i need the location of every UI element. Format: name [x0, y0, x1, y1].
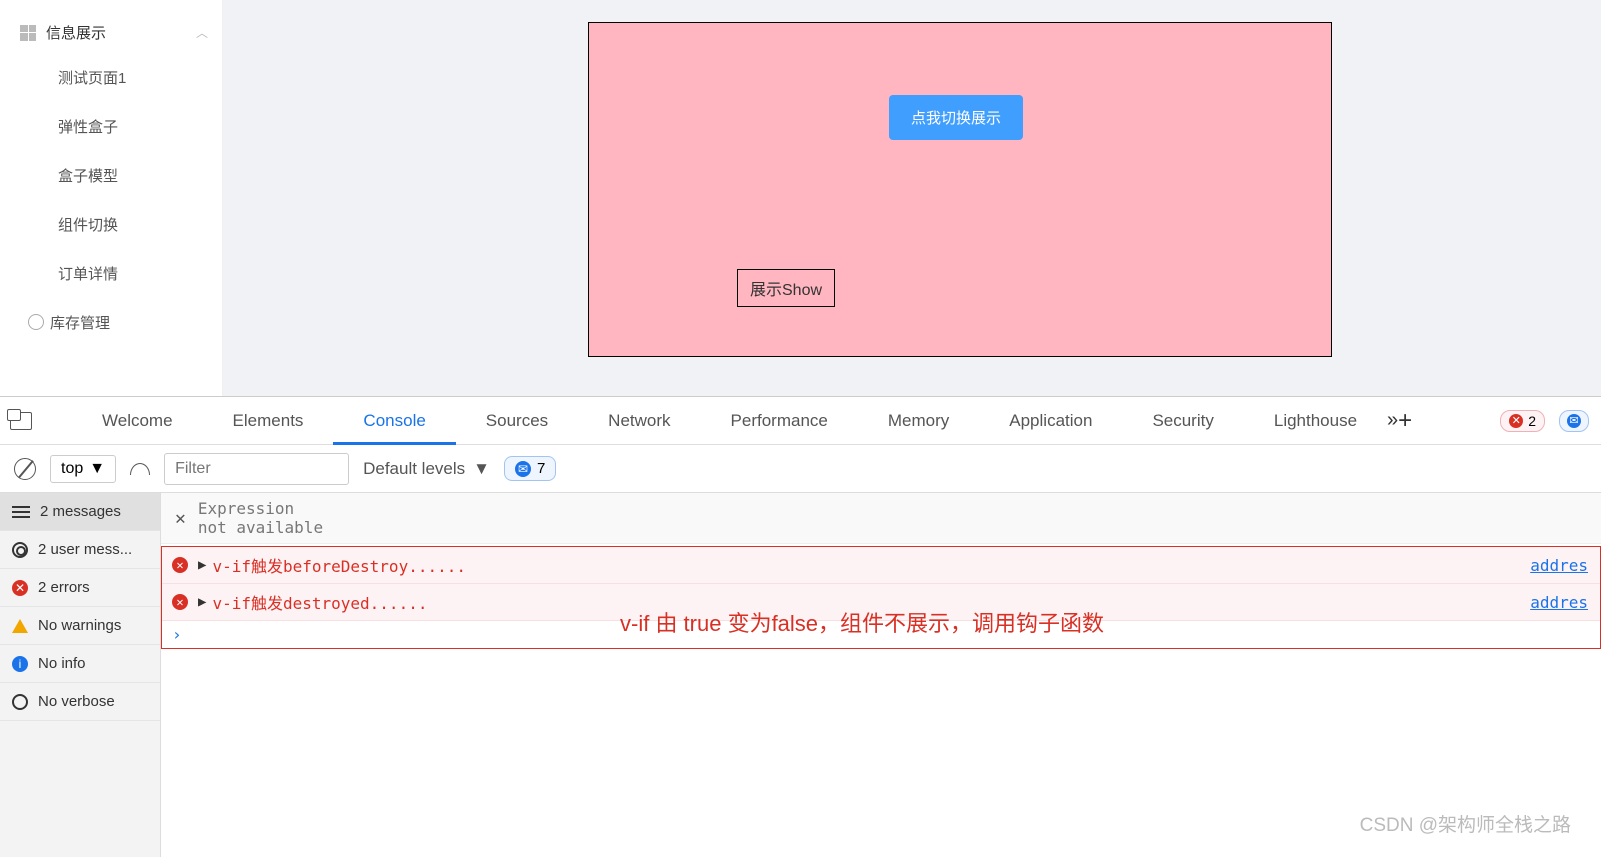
- sidebar-item-inventory[interactable]: 库存管理: [0, 298, 222, 347]
- inspect-icon[interactable]: [10, 412, 32, 430]
- console-sidebar: 2 messages 2 user mess... ✕2 errors No w…: [0, 493, 161, 857]
- sidebar-header-label: 信息展示: [46, 22, 106, 43]
- clear-console-icon[interactable]: [14, 458, 36, 480]
- expand-arrow-icon[interactable]: ▶: [198, 594, 206, 610]
- info-count-badge[interactable]: ✉: [1559, 410, 1589, 432]
- side-user[interactable]: 2 user mess...: [0, 531, 160, 569]
- sidebar-item-boxmodel[interactable]: 盒子模型: [0, 151, 222, 200]
- error-icon: ✕: [172, 557, 188, 573]
- annotation-text: v-if 由 true 变为false，组件不展示，调用钩子函数: [620, 606, 1104, 638]
- error-icon: ✕: [1509, 414, 1523, 428]
- expression-value: not available: [198, 518, 323, 537]
- more-tabs-icon[interactable]: »: [1387, 409, 1398, 432]
- error-icon: ✕: [172, 594, 188, 610]
- show-label-box: 展示Show: [737, 269, 835, 307]
- log-source-link[interactable]: addres: [1530, 556, 1588, 575]
- side-errors[interactable]: ✕2 errors: [0, 569, 160, 607]
- main-content: 点我切换展示 展示Show: [223, 0, 1601, 396]
- tab-security[interactable]: Security: [1122, 397, 1243, 445]
- side-messages[interactable]: 2 messages: [0, 493, 160, 531]
- bug-icon: [12, 694, 28, 710]
- log-message: v-if触发destroyed......: [212, 590, 427, 614]
- tab-elements[interactable]: Elements: [203, 397, 334, 445]
- tab-console[interactable]: Console: [333, 397, 455, 445]
- user-icon: [12, 542, 28, 558]
- info-icon: i: [12, 656, 28, 672]
- sidebar-item-test1[interactable]: 测试页面1: [0, 53, 222, 102]
- console-toolbar: top▼ Default levels▼ ✉7: [0, 445, 1601, 493]
- expression-label: Expression: [198, 499, 323, 518]
- expression-row: ✕ Expression not available: [161, 493, 1601, 544]
- watermark: CSDN @架构师全栈之路: [1360, 810, 1571, 837]
- chevron-down-icon: ▼: [89, 460, 105, 478]
- expand-arrow-icon[interactable]: ▶: [198, 557, 206, 573]
- sidebar-group-header[interactable]: 信息展示 ︿: [0, 12, 222, 53]
- side-warnings[interactable]: No warnings: [0, 607, 160, 645]
- error-icon: ✕: [12, 580, 28, 596]
- tab-network[interactable]: Network: [578, 397, 700, 445]
- side-verbose[interactable]: No verbose: [0, 683, 160, 721]
- issues-icon: ✉: [515, 461, 531, 477]
- log-message: v-if触发beforeDestroy......: [212, 553, 466, 577]
- sidebar: 信息展示 ︿ 测试页面1 弹性盒子 盒子模型 组件切换 订单详情 库存管理: [0, 0, 223, 396]
- sidebar-item-orders[interactable]: 订单详情: [0, 249, 222, 298]
- error-count-badge[interactable]: ✕2: [1500, 410, 1545, 432]
- chevron-up-icon: ︿: [196, 24, 208, 41]
- tab-welcome[interactable]: Welcome: [72, 397, 203, 445]
- tab-memory[interactable]: Memory: [858, 397, 979, 445]
- devtools-tabbar: Welcome Elements Console Sources Network…: [0, 397, 1601, 445]
- sidebar-item-flexbox[interactable]: 弹性盒子: [0, 102, 222, 151]
- console-output: ✕ Expression not available ✕ ▶ v-if触发bef…: [161, 493, 1601, 857]
- chevron-down-icon: ▼: [473, 459, 490, 479]
- log-levels-select[interactable]: Default levels▼: [363, 459, 490, 479]
- lines-icon: [12, 506, 30, 518]
- demo-container: 点我切换展示 展示Show: [588, 22, 1332, 357]
- issues-badge[interactable]: ✉7: [504, 456, 556, 481]
- add-tab-icon[interactable]: +: [1398, 407, 1412, 435]
- devtools-badges: ✕2 ✉: [1500, 410, 1589, 432]
- log-source-link[interactable]: addres: [1530, 593, 1588, 612]
- app-area: 信息展示 ︿ 测试页面1 弹性盒子 盒子模型 组件切换 订单详情 库存管理 点我…: [0, 0, 1601, 396]
- close-icon[interactable]: ✕: [175, 508, 186, 529]
- console-filter-input[interactable]: [164, 453, 349, 485]
- sidebar-item-component[interactable]: 组件切换: [0, 200, 222, 249]
- tab-performance[interactable]: Performance: [701, 397, 858, 445]
- grid-icon: [20, 25, 36, 41]
- side-info[interactable]: iNo info: [0, 645, 160, 683]
- context-select[interactable]: top▼: [50, 455, 116, 483]
- toggle-show-button[interactable]: 点我切换展示: [889, 95, 1023, 140]
- log-row[interactable]: ✕ ▶ v-if触发beforeDestroy...... addres: [162, 547, 1600, 584]
- tab-sources[interactable]: Sources: [456, 397, 578, 445]
- console-body: 2 messages 2 user mess... ✕2 errors No w…: [0, 493, 1601, 857]
- tab-lighthouse[interactable]: Lighthouse: [1244, 397, 1387, 445]
- warning-icon: [12, 619, 28, 633]
- live-expression-icon[interactable]: [130, 463, 150, 475]
- info-icon: ✉: [1567, 414, 1581, 428]
- tab-application[interactable]: Application: [979, 397, 1122, 445]
